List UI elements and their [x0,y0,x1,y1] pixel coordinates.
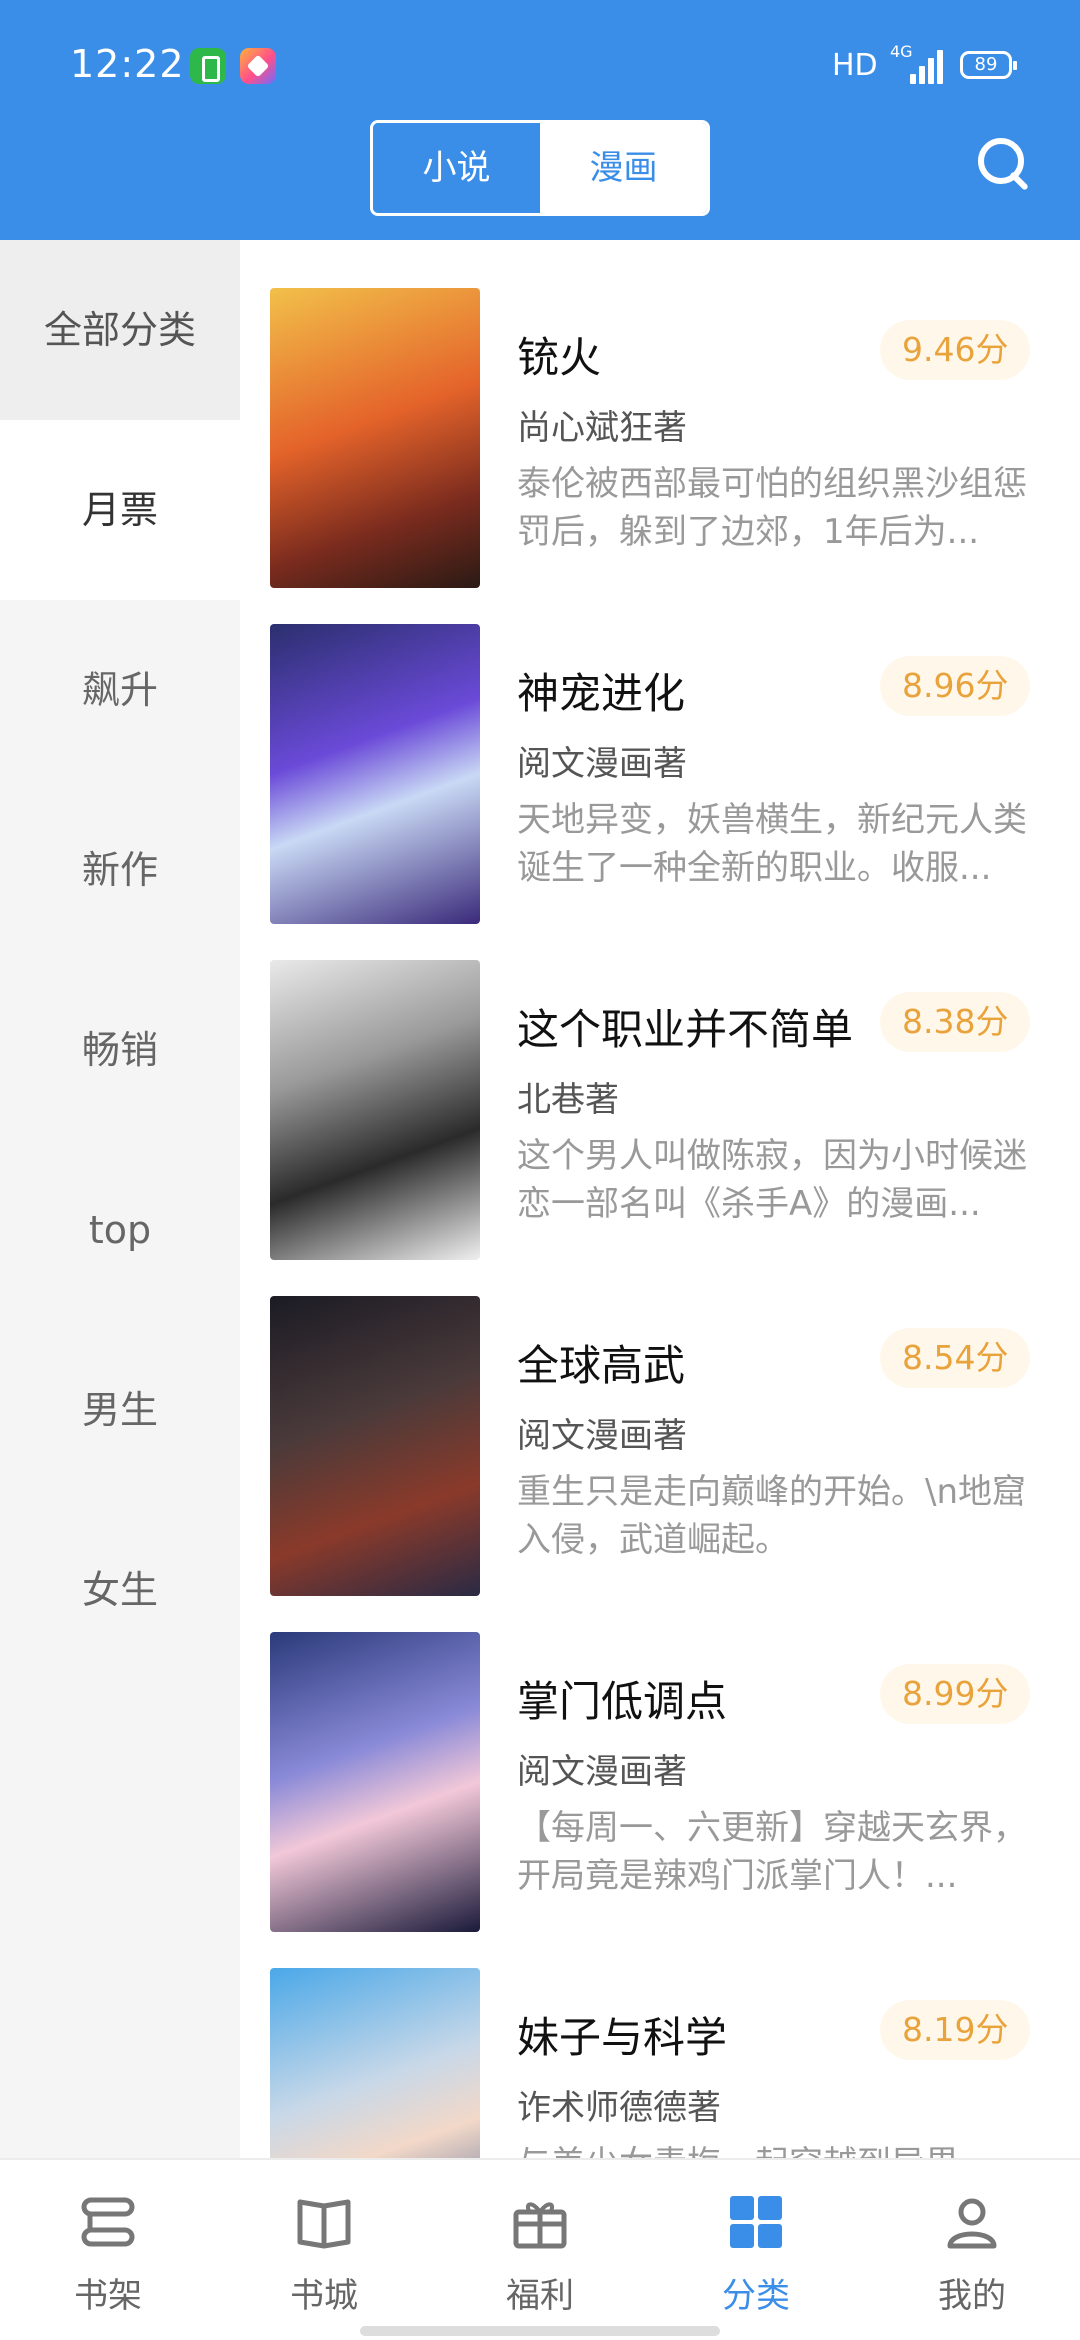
bottom-navigation: 书架 书城 福利 分类 我的 [0,2158,1080,2340]
comic-cover [270,1632,480,1932]
gift-icon [513,2202,567,2249]
comic-author: 尚心斌狂著 [517,408,687,448]
sidebar-item-male[interactable]: 男生 [0,1320,240,1500]
signal-icon [910,48,946,84]
content-type-switch: 小说 漫画 [370,120,710,216]
list-item[interactable]: 妹子与科学 8.19分 诈术师德德著 与美少女青梅一起穿越到异界... [240,1920,1080,2160]
comic-description: 泰伦被西部最可怕的组织黑沙组惩罚后，躲到了边郊，1年后为... [517,464,1027,552]
comic-cover [270,624,480,924]
comic-description: 与美少女青梅一起穿越到异界... [517,2140,1037,2160]
comic-author: 阅文漫画著 [517,1752,687,1792]
comic-cover [270,288,480,588]
category-sidebar: 全部分类 月票 飙升 新作 畅销 top 男生 女生 [0,240,240,2160]
sidebar-item-top[interactable]: top [0,1140,240,1320]
comic-author: 阅文漫画著 [517,744,687,784]
score-badge: 9.46分 [880,320,1031,380]
comic-description: 天地异变，妖兽横生，新纪元人类诞生了一种全新的职业。收服... [517,800,1027,888]
tab-comic[interactable]: 漫画 [540,123,707,213]
nav-category[interactable]: 分类 [648,2160,864,2340]
nav-label: 福利 [506,2276,574,2316]
hd-indicator: HD [832,48,878,83]
comic-cover [270,1296,480,1596]
battery-icon: 89 [960,51,1017,79]
grid-icon [730,2196,782,2248]
app-header: 12:22 HD 4G 89 小说 漫画 [0,0,1080,240]
score-badge: 8.96分 [880,656,1031,716]
nav-profile[interactable]: 我的 [864,2160,1080,2340]
nav-label: 书架 [74,2276,142,2316]
sidebar-item-all[interactable]: 全部分类 [0,240,240,420]
comic-description: 重生只是走向巅峰的开始。\n地窟入侵，武道崛起。 [517,1472,1027,1560]
comic-title: 这个职业并不简单 [517,1005,854,1054]
status-bar: 12:22 HD 4G 89 [0,0,1080,120]
list-item[interactable]: 全球高武 8.54分 阅文漫画著 重生只是走向巅峰的开始。\n地窟入侵，武道崛起… [240,1248,1080,1596]
nav-label: 书城 [290,2276,358,2316]
comic-description: 这个男人叫做陈寂，因为小时候迷恋一部名叫《杀手A》的漫画... [517,1136,1027,1224]
score-badge: 8.99分 [880,1664,1031,1724]
comic-cover [270,1968,480,2160]
bookshelf-icon [81,2197,135,2247]
list-item[interactable]: 这个职业并不简单 8.38分 北巷著 这个男人叫做陈寂，因为小时候迷恋一部名叫《… [240,912,1080,1260]
list-item[interactable]: 铳火 9.46分 尚心斌狂著 泰伦被西部最可怕的组织黑沙组惩罚后，躲到了边郊，1… [240,240,1080,588]
comic-title: 神宠进化 [517,669,686,718]
sidebar-item-new[interactable]: 新作 [0,780,240,960]
comic-list: 铳火 9.46分 尚心斌狂著 泰伦被西部最可怕的组织黑沙组惩罚后，躲到了边郊，1… [240,240,1080,2160]
sidebar-item-bestseller[interactable]: 畅销 [0,960,240,1140]
tab-novel[interactable]: 小说 [373,123,540,213]
list-item[interactable]: 神宠进化 8.96分 阅文漫画著 天地异变，妖兽横生，新纪元人类诞生了一种全新的… [240,576,1080,924]
nav-bookstore[interactable]: 书城 [216,2160,432,2340]
notification-app-icon-2 [240,48,276,84]
book-icon [297,2199,351,2249]
score-badge: 8.19分 [880,2000,1031,2060]
comic-title: 妹子与科学 [517,2013,728,2062]
search-icon[interactable] [976,136,1036,196]
comic-description: 【每周一、六更新】穿越天玄界，开局竟是辣鸡门派掌门人！... [517,1808,1027,1896]
comic-cover [270,960,480,1260]
list-item[interactable]: 掌门低调点 8.99分 阅文漫画著 【每周一、六更新】穿越天玄界，开局竟是辣鸡门… [240,1584,1080,1932]
nav-welfare[interactable]: 福利 [432,2160,648,2340]
comic-author: 北巷著 [517,1080,619,1120]
sidebar-item-monthly-ticket[interactable]: 月票 [0,420,240,600]
comic-title: 全球高武 [517,1341,686,1390]
comic-title: 铳火 [517,333,602,382]
sidebar-item-rising[interactable]: 飙升 [0,600,240,780]
user-icon [947,2198,997,2249]
comic-author: 诈术师德德著 [517,2088,721,2128]
nav-label: 分类 [722,2276,790,2316]
sidebar-item-female[interactable]: 女生 [0,1500,240,1680]
score-badge: 8.54分 [880,1328,1031,1388]
nav-bookshelf[interactable]: 书架 [0,2160,216,2340]
notification-app-icon [190,48,226,84]
status-time: 12:22 [70,42,185,86]
home-indicator [360,2326,720,2336]
score-badge: 8.38分 [880,992,1031,1052]
comic-title: 掌门低调点 [517,1677,728,1726]
nav-label: 我的 [938,2276,1006,2316]
comic-author: 阅文漫画著 [517,1416,687,1456]
